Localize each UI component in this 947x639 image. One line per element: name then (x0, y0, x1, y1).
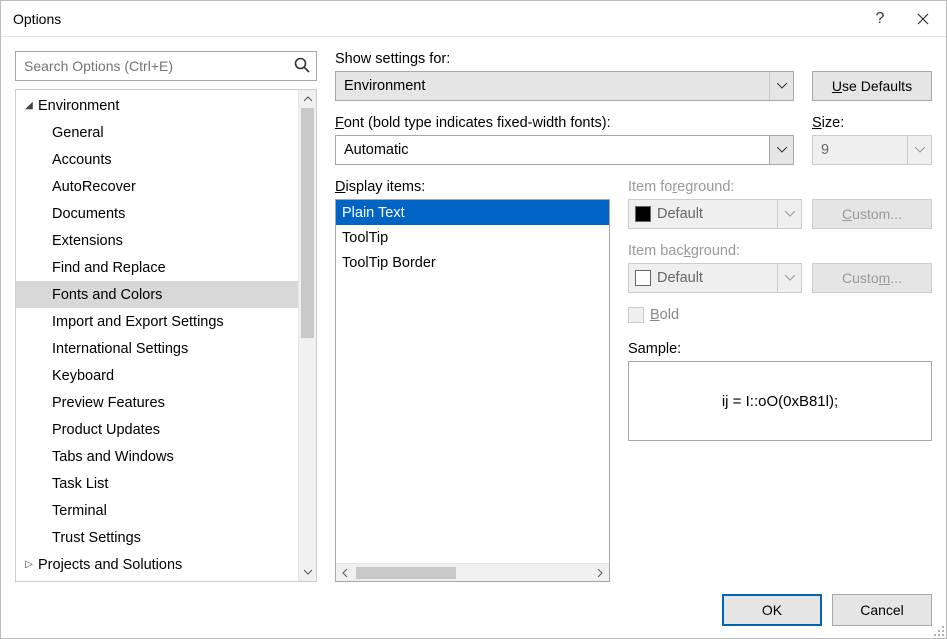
item-background-label: Item background: (628, 243, 932, 259)
tree-environment[interactable]: ◢Environment (16, 92, 298, 119)
use-defaults-button[interactable]: Use Defaults (812, 71, 932, 101)
background-custom-button[interactable]: Custom... (812, 263, 932, 293)
display-item[interactable]: Plain Text (336, 200, 609, 225)
scroll-left-arrow[interactable] (336, 569, 354, 577)
options-tree[interactable]: ◢EnvironmentGeneralAccountsAutoRecoverDo… (16, 90, 298, 581)
scroll-thumb[interactable] (301, 108, 314, 338)
background-combo[interactable]: Default (628, 263, 802, 293)
tree-item-tabs-and-windows[interactable]: Tabs and Windows (16, 443, 298, 470)
left-pane: ◢EnvironmentGeneralAccountsAutoRecoverDo… (15, 51, 317, 582)
chevron-down-icon (304, 569, 312, 575)
tree-item-keyboard[interactable]: Keyboard (16, 362, 298, 389)
close-button[interactable] (900, 1, 946, 37)
help-button[interactable]: ? (860, 1, 900, 37)
bold-row: Bold (628, 307, 932, 323)
chevron-down-icon (777, 264, 801, 292)
background-row: Default Custom... (628, 263, 932, 293)
close-icon (917, 13, 929, 25)
tree-item-import-and-export-settings[interactable]: Import and Export Settings (16, 308, 298, 335)
tree-item-extensions[interactable]: Extensions (16, 227, 298, 254)
size-value: 9 (821, 142, 829, 158)
size-combo[interactable]: 9 (812, 135, 932, 165)
options-tree-wrap: ◢EnvironmentGeneralAccountsAutoRecoverDo… (15, 89, 317, 582)
foreground-value: Default (657, 206, 703, 222)
scroll-up-arrow[interactable] (299, 90, 316, 108)
listbox-hscrollbar[interactable] (336, 563, 609, 581)
display-item[interactable]: ToolTip (336, 225, 609, 250)
tree-item-documents[interactable]: Documents (16, 200, 298, 227)
chevron-down-icon (907, 136, 931, 164)
font-combo[interactable]: Automatic (335, 135, 794, 165)
font-value: Automatic (344, 142, 408, 158)
right-pane: Show settings for: Environment Use Defau… (335, 51, 932, 582)
show-settings-row: Show settings for: Environment Use Defau… (335, 51, 932, 101)
search-input[interactable] (15, 51, 317, 81)
sample-box: ij = I::oO(0xB81l); (628, 361, 932, 441)
color-column: Item foreground: Default Custom... Item … (628, 179, 932, 582)
show-settings-label: Show settings for: (335, 51, 794, 67)
foreground-custom-button[interactable]: Custom... (812, 199, 932, 229)
tree-projects-and-solutions[interactable]: ▷Projects and Solutions (16, 551, 298, 578)
foreground-row: Default Custom... (628, 199, 932, 229)
chevron-down-icon (777, 200, 801, 228)
foreground-combo[interactable]: Default (628, 199, 802, 229)
display-items-list: Plain TextToolTipToolTip Border (336, 200, 609, 563)
tree-item-international-settings[interactable]: International Settings (16, 335, 298, 362)
tree-item-accounts[interactable]: Accounts (16, 146, 298, 173)
color-swatch-icon (635, 270, 651, 286)
tree-item-find-and-replace[interactable]: Find and Replace (16, 254, 298, 281)
chevron-down-icon (769, 136, 793, 164)
search-wrap (15, 51, 317, 81)
show-settings-combo[interactable]: Environment (335, 71, 794, 101)
dialog-body: ◢EnvironmentGeneralAccountsAutoRecoverDo… (1, 37, 946, 582)
scroll-right-arrow[interactable] (591, 569, 609, 577)
sample-label: Sample: (628, 341, 932, 357)
bold-label: Bold (650, 307, 679, 323)
chevron-down-icon (769, 72, 793, 100)
display-item[interactable]: ToolTip Border (336, 250, 609, 275)
tree-item-product-updates[interactable]: Product Updates (16, 416, 298, 443)
tree-item-trust-settings[interactable]: Trust Settings (16, 524, 298, 551)
sample-text: ij = I::oO(0xB81l); (722, 393, 838, 410)
hscroll-thumb[interactable] (356, 567, 456, 579)
tree-item-terminal[interactable]: Terminal (16, 497, 298, 524)
tree-collapsed-icon: ▷ (22, 559, 36, 570)
scroll-down-arrow[interactable] (299, 563, 316, 581)
show-settings-value: Environment (344, 78, 425, 94)
item-foreground-label: Item foreground: (628, 179, 932, 195)
font-row: Font (bold type indicates fixed-width fo… (335, 115, 932, 165)
tree-item-preview-features[interactable]: Preview Features (16, 389, 298, 416)
size-label: Size: (812, 115, 932, 131)
display-items-listbox[interactable]: Plain TextToolTipToolTip Border (335, 199, 610, 582)
middle-columns: Display items: Plain TextToolTipToolTip … (335, 179, 932, 582)
tree-item-general[interactable]: General (16, 119, 298, 146)
background-value: Default (657, 270, 703, 286)
chevron-up-icon (304, 96, 312, 102)
cancel-button[interactable]: Cancel (832, 594, 932, 626)
tree-item-autorecover[interactable]: AutoRecover (16, 173, 298, 200)
titlebar: Options ? (1, 1, 946, 37)
color-swatch-icon (635, 206, 651, 222)
tree-item-fonts-and-colors[interactable]: Fonts and Colors (16, 281, 298, 308)
ok-button[interactable]: OK (722, 594, 822, 626)
tree-scrollbar[interactable] (298, 90, 316, 581)
bold-checkbox[interactable] (628, 307, 644, 323)
tree-expanded-icon: ◢ (22, 100, 36, 111)
window-title: Options (13, 11, 860, 27)
chevron-right-icon (597, 569, 603, 577)
chevron-left-icon (342, 569, 348, 577)
resize-grip-icon[interactable] (931, 623, 945, 637)
display-items-label: Display items: (335, 179, 610, 195)
search-icon (293, 56, 311, 74)
options-dialog: Options ? ◢EnvironmentGeneralAccountsAut… (0, 0, 947, 639)
dialog-footer: OK Cancel (1, 582, 946, 638)
font-label: Font (bold type indicates fixed-width fo… (335, 115, 794, 131)
tree-item-task-list[interactable]: Task List (16, 470, 298, 497)
